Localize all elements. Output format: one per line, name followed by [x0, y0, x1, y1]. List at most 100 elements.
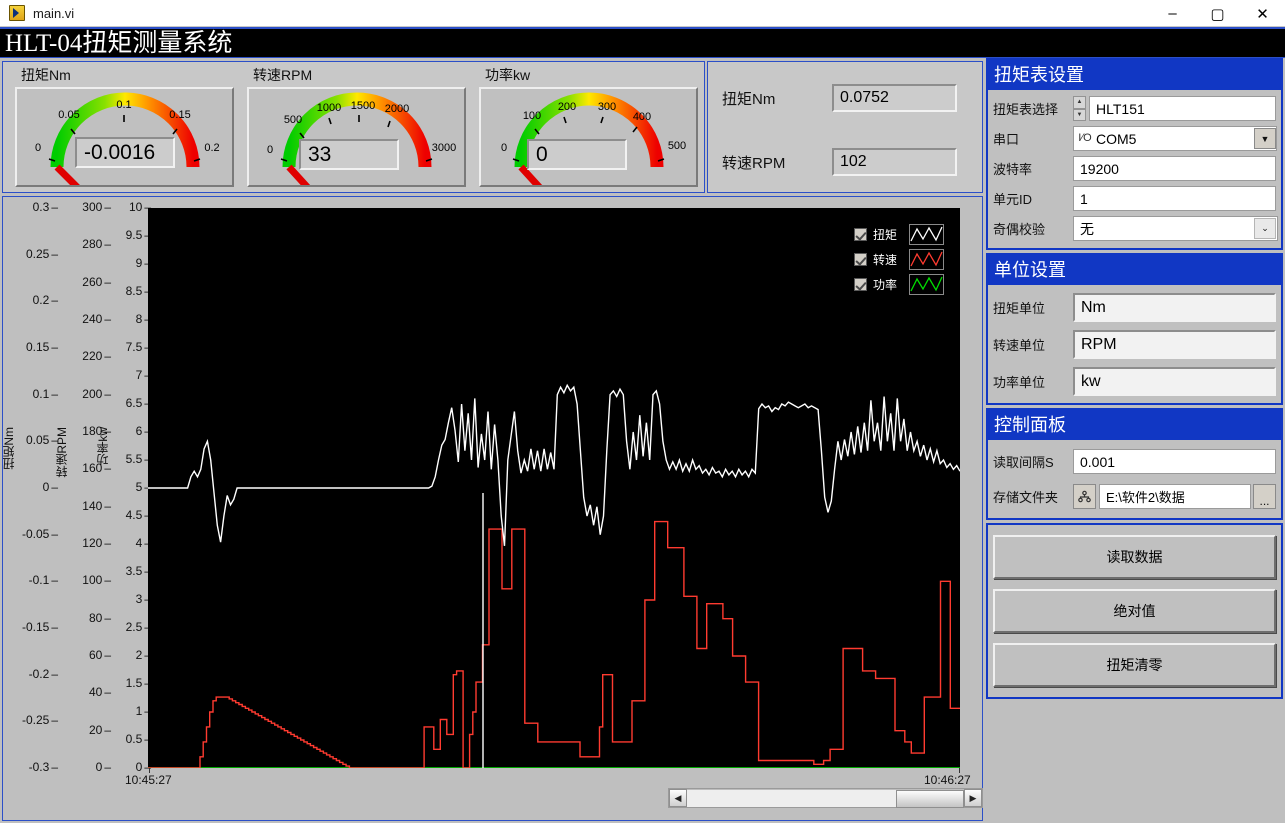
unit-settings-title: 单位设置	[988, 255, 1281, 285]
readout-torque-value: 0.0752	[832, 84, 957, 112]
readout-rpm-label: 转速RPM	[722, 152, 832, 173]
svg-text:500: 500	[284, 114, 302, 126]
trace-转速	[148, 522, 960, 768]
legend-rpm-checkbox[interactable]	[854, 253, 867, 266]
gauge-rpm-value: 33	[299, 139, 399, 170]
unit-id-input[interactable]: 1	[1073, 186, 1276, 211]
app-header: HLT-04扭矩测量系统	[0, 27, 1285, 58]
svg-text:0: 0	[35, 142, 41, 154]
torque-meter-settings-title: 扭矩表设置	[988, 60, 1281, 90]
readout-rpm-value: 102	[832, 148, 957, 176]
svg-text:1500: 1500	[351, 100, 375, 112]
serial-port-chevron-down-icon[interactable]: ▼	[1254, 128, 1276, 149]
window-title-bar: main.vi – ▢ ✕	[0, 0, 1285, 27]
field-torque-unit: 扭矩单位 Nm	[993, 293, 1276, 322]
gauge-torque: 扭矩Nm 0	[9, 62, 234, 187]
legend-rpm-label: 转速	[873, 251, 906, 268]
readout-rpm: 转速RPM 102	[722, 148, 957, 176]
rpm-unit-input[interactable]: RPM	[1073, 330, 1276, 359]
legend-torque-checkbox[interactable]	[854, 228, 867, 241]
svg-text:100: 100	[523, 110, 541, 122]
gauge-power-dial: 0 100 200 300 400 500	[481, 89, 696, 185]
scroll-left-arrow[interactable]: ◀	[669, 789, 687, 807]
serial-port-input[interactable]: I⁄O COM5	[1073, 126, 1277, 151]
svg-text:400: 400	[633, 111, 651, 123]
spinner-up-icon[interactable]: ▲	[1073, 96, 1086, 109]
readout-torque-label: 扭矩Nm	[722, 88, 832, 109]
legend-power-swatch[interactable]	[909, 274, 944, 295]
svg-text:0: 0	[501, 142, 507, 154]
y-axis-power: 109.598.587.576.565.554.543.532.521.510.…	[91, 197, 151, 769]
torque-meter-settings-panel: 扭矩表设置 扭矩表选择 ▲ ▼ HLT151 串口 I⁄O COM5 ▼ 波特率	[986, 58, 1283, 250]
svg-text:500: 500	[668, 140, 686, 152]
plot-legend: 扭矩 转速 功率	[850, 220, 950, 301]
action-buttons-panel: 读取数据 绝对值 扭矩清零	[986, 523, 1283, 699]
unit-settings-panel: 单位设置 扭矩单位 Nm 转速单位 RPM 功率单位 kw	[986, 253, 1283, 405]
gauge-power: 功率kw 0 100 200 300 400 500	[473, 62, 698, 187]
svg-text:300: 300	[598, 101, 616, 113]
labview-vi-icon	[9, 5, 25, 21]
svg-text:0.05: 0.05	[58, 109, 79, 121]
gauge-torque-value: -0.0016	[75, 137, 175, 168]
legend-item-torque[interactable]: 扭矩	[854, 223, 946, 245]
gauge-rpm-label: 转速RPM	[253, 65, 466, 85]
readout-torque: 扭矩Nm 0.0752	[722, 84, 957, 112]
legend-torque-swatch[interactable]	[909, 224, 944, 245]
trace-扭矩	[148, 385, 960, 546]
window-title: main.vi	[33, 6, 74, 21]
chart-horizontal-scrollbar[interactable]: ◀ ▶	[668, 788, 983, 808]
maximize-icon[interactable]: ▢	[1195, 0, 1240, 27]
legend-rpm-swatch[interactable]	[909, 249, 944, 270]
field-meter-select-label: 扭矩表选择	[993, 99, 1073, 118]
scrollbar-track[interactable]	[687, 789, 964, 807]
gauge-power-value: 0	[527, 139, 627, 170]
scroll-right-arrow[interactable]: ▶	[964, 789, 982, 807]
power-unit-input[interactable]: kw	[1073, 367, 1276, 396]
legend-torque-label: 扭矩	[873, 226, 906, 243]
torque-unit-input[interactable]: Nm	[1073, 293, 1276, 322]
svg-text:1000: 1000	[317, 102, 341, 114]
read-data-button[interactable]: 读取数据	[993, 535, 1276, 579]
field-power-unit-label: 功率单位	[993, 372, 1073, 391]
legend-item-rpm[interactable]: 转速	[854, 248, 946, 270]
y-axis-torque: 0.30.250.20.150.10.050-0.05-0.1-0.15-0.2…	[0, 197, 58, 769]
scrollbar-thumb[interactable]	[896, 790, 964, 808]
meter-select-input[interactable]: HLT151	[1089, 96, 1276, 121]
legend-power-checkbox[interactable]	[854, 278, 867, 291]
gauge-rpm: 转速RPM 0 500 1000 1500 2000	[241, 62, 466, 187]
browse-folder-button[interactable]: ...	[1253, 484, 1276, 509]
page-title: HLT-04扭矩测量系统	[5, 31, 232, 56]
legend-power-label: 功率	[873, 276, 906, 293]
parity-select[interactable]: 无	[1073, 216, 1278, 241]
torque-zero-button[interactable]: 扭矩清零	[993, 643, 1276, 687]
svg-text:0.1: 0.1	[116, 99, 131, 111]
svg-text:0.15: 0.15	[169, 109, 190, 121]
y-axis-power-title: 功率kw	[94, 427, 111, 466]
waveform-plot[interactable]: 扭矩 转速 功率	[148, 208, 960, 768]
legend-item-power[interactable]: 功率	[854, 273, 946, 295]
serial-port-value: COM5	[1096, 131, 1136, 147]
gauge-rpm-dial: 0 500 1000 1500 2000 3000	[249, 89, 464, 185]
minimize-icon[interactable]: –	[1150, 0, 1195, 27]
folder-path-icon	[1073, 484, 1096, 509]
field-parity: 奇偶校验 无 ⌄	[993, 216, 1276, 241]
storage-folder-input[interactable]: E:\软件2\数据	[1099, 484, 1251, 509]
field-rpm-unit-label: 转速单位	[993, 335, 1073, 354]
field-torque-unit-label: 扭矩单位	[993, 298, 1073, 317]
x-axis-end-label: 10:46:27	[924, 773, 971, 787]
field-baudrate-label: 波特率	[993, 159, 1073, 178]
chart-panel: 0.30.250.20.150.10.050-0.05-0.1-0.15-0.2…	[2, 196, 983, 821]
control-panel-title: 控制面板	[988, 410, 1281, 440]
y-axis-rpm-title: 转速RPM	[53, 427, 70, 478]
meter-select-spinner[interactable]: ▲ ▼	[1073, 96, 1086, 121]
parity-chevron-down-icon[interactable]: ⌄	[1254, 218, 1276, 239]
field-unit-id-label: 单元ID	[993, 189, 1073, 208]
spinner-down-icon[interactable]: ▼	[1073, 109, 1086, 122]
baudrate-input[interactable]: 19200	[1073, 156, 1276, 181]
field-unit-id: 单元ID 1	[993, 186, 1276, 211]
read-interval-input[interactable]: 0.001	[1073, 449, 1276, 474]
svg-text:0.2: 0.2	[204, 142, 219, 154]
close-icon[interactable]: ✕	[1240, 0, 1285, 27]
field-read-interval: 读取间隔S 0.001	[993, 449, 1276, 474]
absolute-value-button[interactable]: 绝对值	[993, 589, 1276, 633]
